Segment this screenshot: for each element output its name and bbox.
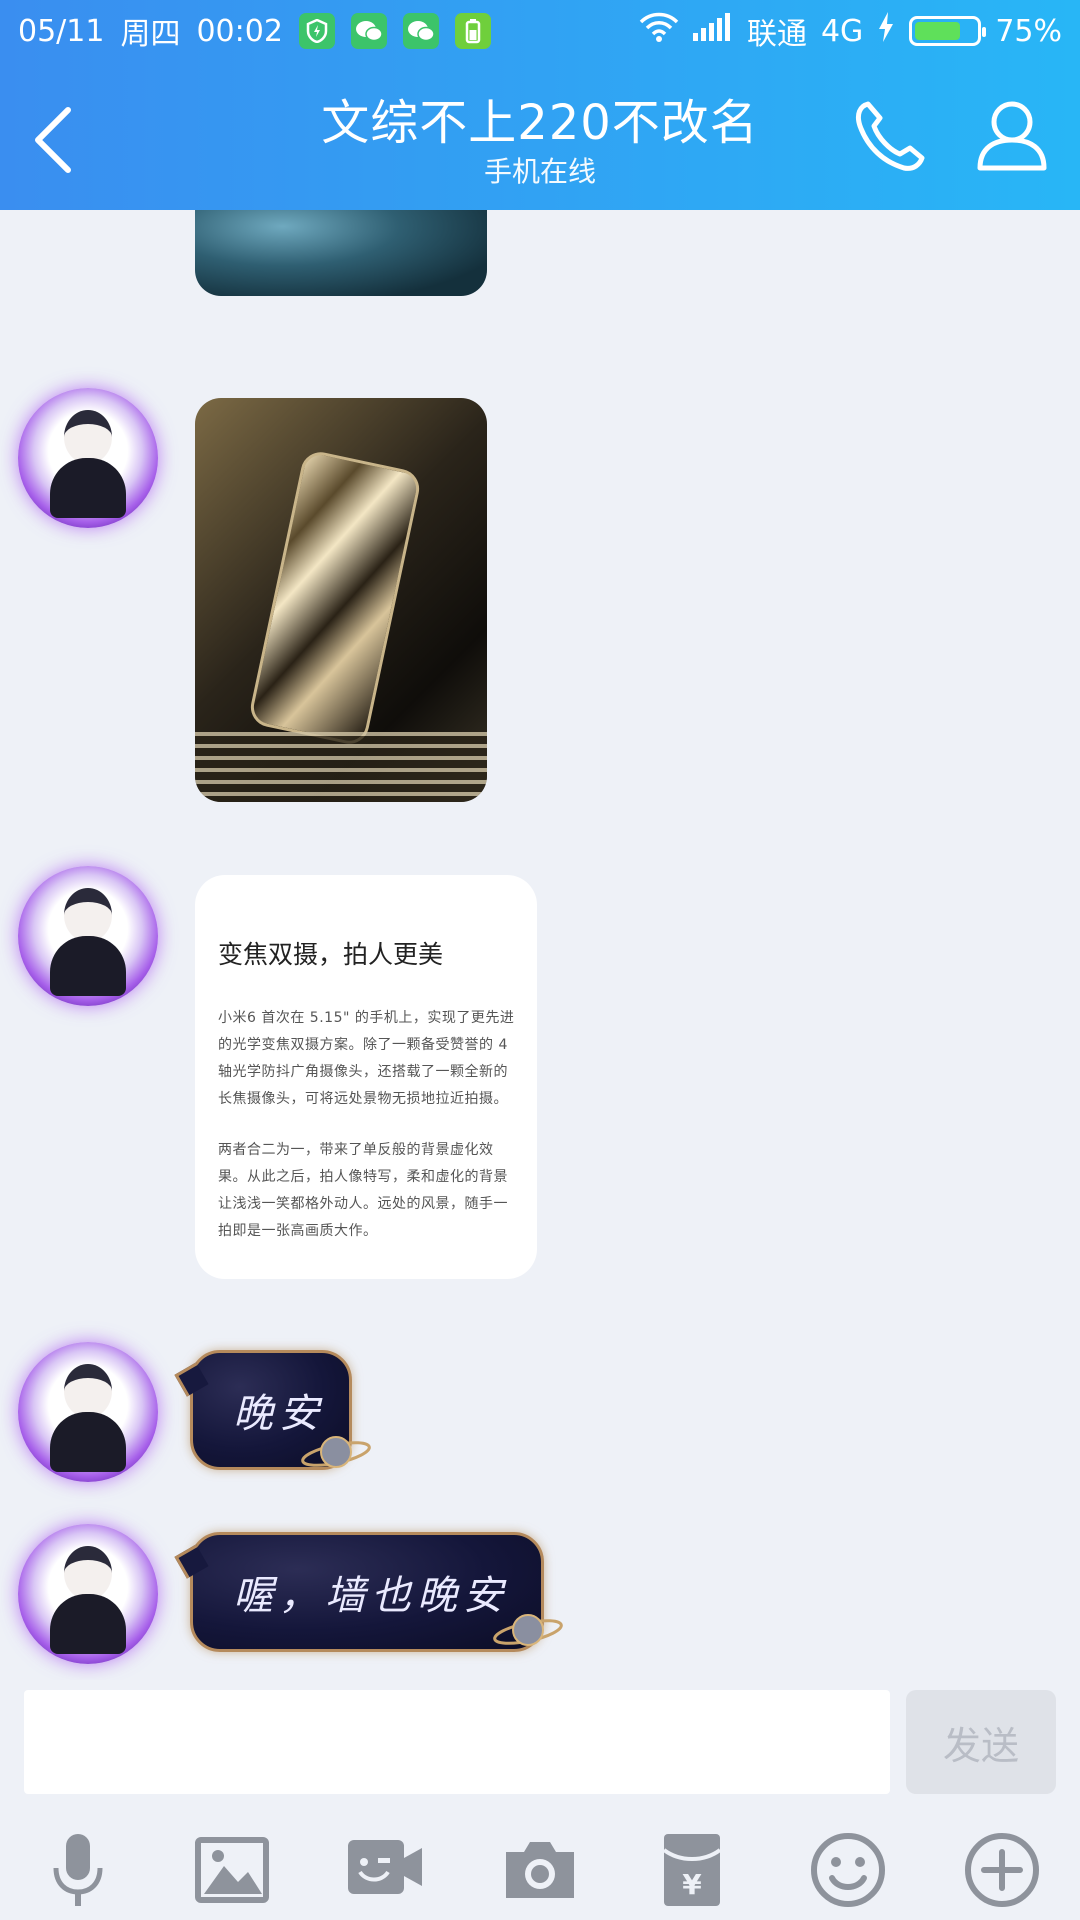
phone-photo [247, 448, 423, 748]
call-button[interactable] [850, 96, 930, 176]
chat-title: 文综不上220不改名 [321, 95, 759, 151]
battery-icon [909, 16, 987, 46]
composer-toolbar: ¥ [0, 1828, 1080, 1918]
status-network: 4G [820, 13, 864, 49]
planet-decoration-icon [301, 1436, 371, 1468]
profile-button[interactable] [972, 96, 1052, 176]
status-carrier: 联通 [746, 17, 807, 52]
send-button[interactable]: 发送 [906, 1690, 1056, 1794]
avatar[interactable] [18, 1524, 158, 1664]
emoji-icon[interactable] [806, 1828, 890, 1912]
online-status: 手机在线 [483, 155, 596, 188]
signal-icon [692, 13, 733, 49]
avatar[interactable] [18, 866, 158, 1006]
image-message[interactable] [195, 210, 487, 296]
camera-icon[interactable] [498, 1828, 582, 1912]
back-icon [35, 107, 71, 173]
image-icon[interactable] [190, 1828, 274, 1912]
svg-text:¥: ¥ [682, 1868, 702, 1901]
nav-bar: 文综不上220不改名 手机在线 [0, 80, 1080, 200]
avatar[interactable] [18, 1342, 158, 1482]
status-battery-percent: 75% [995, 13, 1062, 49]
red-packet-icon[interactable]: ¥ [650, 1828, 734, 1912]
image-message[interactable] [195, 398, 487, 802]
status-bar: 05/11 周四 00:02 联通 4G 75% [0, 0, 1080, 62]
status-date: 05/11 [18, 13, 105, 49]
composer: 发送 ¥ [0, 1680, 1080, 1920]
plus-icon[interactable] [960, 1828, 1044, 1912]
phone-icon [855, 101, 925, 171]
battery-app-icon [454, 13, 491, 49]
wifi-icon [639, 12, 679, 50]
article-card-message[interactable]: 变焦双摄，拍人更美 小米6 首次在 5.15" 的手机上，实现了更先进的光学变焦… [195, 875, 537, 1279]
message-list[interactable]: 变焦双摄，拍人更美 小米6 首次在 5.15" 的手机上，实现了更先进的光学变焦… [0, 210, 1080, 1680]
planet-decoration-icon [493, 1614, 563, 1646]
status-time: 00:02 [196, 13, 283, 49]
security-shield-icon [298, 13, 335, 49]
back-button[interactable] [24, 100, 84, 180]
message-input[interactable] [24, 1690, 890, 1794]
message-text: 喔，墙也晚安 [233, 1573, 509, 1619]
mic-icon[interactable] [36, 1828, 120, 1912]
card-paragraph: 小米6 首次在 5.15" 的手机上，实现了更先进的光学变焦双摄方案。除了一颗备… [218, 1010, 515, 1107]
video-chat-icon[interactable] [342, 1828, 426, 1912]
battery-level [915, 22, 961, 40]
status-weekday: 周四 [120, 17, 181, 52]
wechat-icon [402, 13, 439, 49]
card-paragraph: 两者合二为一，带来了单反般的背景虚化效果。从此之后，拍人像特写，柔和虚化的背景让… [218, 1142, 508, 1239]
chat-title-block[interactable]: 文综不上220不改名 手机在线 [240, 92, 840, 190]
avatar[interactable] [18, 388, 158, 528]
text-message[interactable]: 喔，墙也晚安 [190, 1532, 544, 1652]
wechat-icon [350, 13, 387, 49]
profile-icon [977, 101, 1047, 171]
charging-icon [877, 12, 895, 50]
card-title: 变焦双摄，拍人更美 [218, 940, 444, 969]
chat-header: 05/11 周四 00:02 联通 4G 75% 文综不上220不改名 手机在线 [0, 0, 1080, 210]
